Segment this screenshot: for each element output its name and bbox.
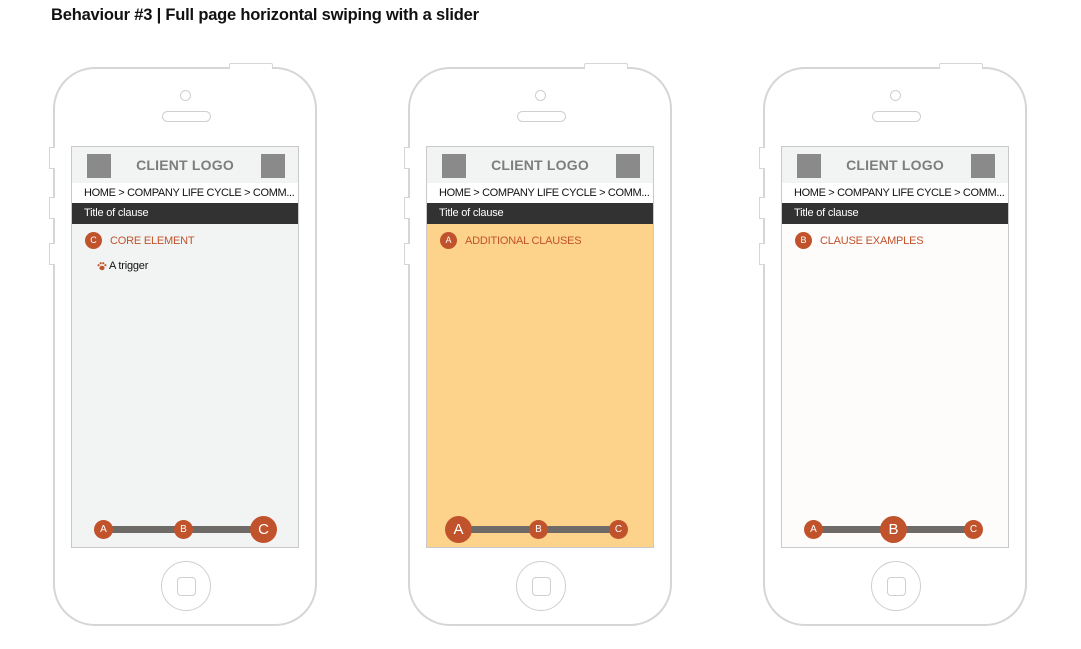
slider-stop-a[interactable]: A <box>94 520 113 539</box>
section-label: CLAUSE EXAMPLES <box>820 234 924 247</box>
app-header: CLIENT LOGO <box>427 147 653 183</box>
section-label: CORE ELEMENT <box>110 234 195 247</box>
camera-icon <box>535 90 546 101</box>
trigger-label: A trigger <box>109 260 149 272</box>
action-square-icon[interactable] <box>616 154 640 178</box>
volume-up-button <box>759 197 765 219</box>
home-button[interactable] <box>871 561 921 611</box>
phone-3: CLIENT LOGO HOME > COMPANY LIFE CYCLE > … <box>759 63 1027 626</box>
camera-icon <box>890 90 901 101</box>
home-button[interactable] <box>516 561 566 611</box>
phone-1: CLIENT LOGO HOME > COMPANY LIFE CYCLE > … <box>49 63 317 626</box>
volume-up-button <box>49 197 55 219</box>
slider-stop-b-active[interactable]: B <box>880 516 907 543</box>
action-square-icon[interactable] <box>971 154 995 178</box>
phone-screen: CLIENT LOGO HOME > COMPANY LIFE CYCLE > … <box>781 146 1009 548</box>
mute-switch <box>759 147 765 169</box>
section-label: ADDITIONAL CLAUSES <box>465 234 582 247</box>
paw-icon <box>97 261 107 271</box>
page-slider[interactable]: A B C <box>782 514 1008 544</box>
slider-stop-b[interactable]: B <box>174 520 193 539</box>
app-header: CLIENT LOGO <box>782 147 1008 183</box>
phone-2: CLIENT LOGO HOME > COMPANY LIFE CYCLE > … <box>404 63 672 626</box>
speaker-icon <box>872 111 921 122</box>
page-slider[interactable]: A B C <box>427 514 653 544</box>
breadcrumb[interactable]: HOME > COMPANY LIFE CYCLE > COMM... <box>427 183 653 203</box>
slider-stop-a-active[interactable]: A <box>445 516 472 543</box>
mute-switch <box>49 147 55 169</box>
slider-stop-a[interactable]: A <box>804 520 823 539</box>
clause-title: Title of clause <box>427 203 653 224</box>
volume-down-button <box>49 243 55 265</box>
slider-stop-c[interactable]: C <box>609 520 628 539</box>
section-heading: C CORE ELEMENT <box>85 232 195 249</box>
page-slider[interactable]: A B C <box>72 514 298 544</box>
clause-title: Title of clause <box>72 203 298 224</box>
slider-stop-b[interactable]: B <box>529 520 548 539</box>
power-button <box>584 63 628 69</box>
volume-down-button <box>759 243 765 265</box>
app-header: CLIENT LOGO <box>72 147 298 183</box>
power-button <box>229 63 273 69</box>
volume-up-button <box>404 197 410 219</box>
screen-content <box>427 224 653 547</box>
section-heading: A ADDITIONAL CLAUSES <box>440 232 582 249</box>
breadcrumb[interactable]: HOME > COMPANY LIFE CYCLE > COMM... <box>72 183 298 203</box>
section-badge: C <box>85 232 102 249</box>
home-button[interactable] <box>161 561 211 611</box>
page-title: Behaviour #3 | Full page horizontal swip… <box>51 6 479 24</box>
speaker-icon <box>517 111 566 122</box>
screen-content <box>72 224 298 547</box>
phone-screen: CLIENT LOGO HOME > COMPANY LIFE CYCLE > … <box>71 146 299 548</box>
slider-stop-c[interactable]: C <box>964 520 983 539</box>
slider-stop-c-active[interactable]: C <box>250 516 277 543</box>
volume-down-button <box>404 243 410 265</box>
section-badge: A <box>440 232 457 249</box>
phone-screen: CLIENT LOGO HOME > COMPANY LIFE CYCLE > … <box>426 146 654 548</box>
action-square-icon[interactable] <box>261 154 285 178</box>
camera-icon <box>180 90 191 101</box>
breadcrumb[interactable]: HOME > COMPANY LIFE CYCLE > COMM... <box>782 183 1008 203</box>
mute-switch <box>404 147 410 169</box>
power-button <box>939 63 983 69</box>
trigger-item[interactable]: A trigger <box>97 260 148 272</box>
section-heading: B CLAUSE EXAMPLES <box>795 232 924 249</box>
section-badge: B <box>795 232 812 249</box>
clause-title: Title of clause <box>782 203 1008 224</box>
speaker-icon <box>162 111 211 122</box>
screen-content <box>782 224 1008 547</box>
